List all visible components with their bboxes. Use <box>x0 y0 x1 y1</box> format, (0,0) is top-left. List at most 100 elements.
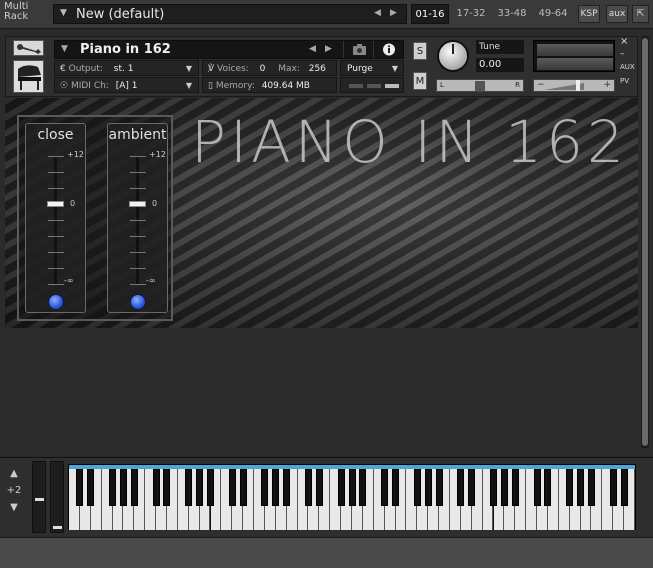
octave-down-icon[interactable]: ▼ <box>4 502 24 513</box>
black-key[interactable] <box>337 469 345 506</box>
chevron-down-icon[interactable]: ▼ <box>61 44 68 54</box>
fader-label-ambient: ambient <box>108 127 167 143</box>
pitch-bend-wheel[interactable] <box>32 461 46 533</box>
black-key[interactable] <box>500 469 508 506</box>
volume-plus[interactable]: + <box>603 80 611 90</box>
midi-channel-field[interactable]: ☉ MIDI Ch: [A] 1 ▼ <box>54 77 199 93</box>
black-key[interactable] <box>228 469 236 506</box>
voices-value: 0 <box>259 64 266 74</box>
black-key[interactable] <box>261 469 269 506</box>
prev-arrow-icon[interactable]: ◀ <box>374 8 381 18</box>
next-instrument-icon[interactable]: ▶ <box>325 44 332 54</box>
collapse-icon[interactable]: ⇱ <box>632 5 649 23</box>
close-fader-handle[interactable] <box>47 201 64 207</box>
tab-01-16[interactable]: 01-16 <box>411 4 449 24</box>
black-key[interactable] <box>457 469 465 506</box>
black-key[interactable] <box>490 469 497 506</box>
black-key[interactable] <box>272 469 280 506</box>
instrument-name-field[interactable]: ▼ Piano in 162 ◀ ▶ <box>54 40 404 59</box>
volume-slider[interactable]: − + <box>533 79 615 92</box>
next-arrow-icon[interactable]: ▶ <box>390 8 397 18</box>
panel-title: PIANO IN 162 <box>191 108 628 176</box>
tune-value[interactable]: 0.00 <box>476 58 524 72</box>
black-key[interactable] <box>544 469 552 506</box>
chevron-down-icon[interactable]: ▼ <box>60 8 67 18</box>
black-key[interactable] <box>196 469 204 506</box>
pan-handle[interactable] <box>475 81 485 91</box>
scrollbar-thumb[interactable] <box>642 38 648 446</box>
pan-left-label: L <box>440 81 444 89</box>
black-key[interactable] <box>109 469 117 506</box>
black-key[interactable] <box>348 469 356 506</box>
pan-slider[interactable]: L R <box>436 79 524 92</box>
black-key[interactable] <box>359 469 367 506</box>
ambient-fader-handle[interactable] <box>129 201 146 207</box>
piano-keyboard[interactable] <box>68 464 636 530</box>
camera-icon[interactable] <box>343 41 373 58</box>
black-key[interactable] <box>207 469 214 506</box>
mute-button[interactable]: M <box>413 72 427 90</box>
black-key[interactable] <box>392 469 400 506</box>
black-key[interactable] <box>468 469 476 506</box>
memory-value: 409.64 MB <box>261 81 310 91</box>
black-key[interactable] <box>587 469 595 506</box>
black-key[interactable] <box>239 469 247 506</box>
wrench-icon[interactable] <box>13 40 44 56</box>
prev-instrument-icon[interactable]: ◀ <box>309 44 316 54</box>
purge-dropdown-icon[interactable]: ▼ <box>392 61 398 77</box>
black-key[interactable] <box>577 469 585 506</box>
tune-knob[interactable] <box>437 40 469 72</box>
meter-left <box>537 44 613 56</box>
octave-up-icon[interactable]: ▲ <box>4 468 24 479</box>
output-field[interactable]: € Output: st. 1 ▼ <box>54 60 199 76</box>
tab-49-64[interactable]: 49-64 <box>534 4 572 24</box>
instrument-panel: PIANO IN 162 close +12 0 -∞ ambient +12 … <box>5 98 638 328</box>
output-dropdown-icon[interactable]: ▼ <box>186 61 192 77</box>
voices-label: Voices: <box>217 64 249 74</box>
black-key[interactable] <box>283 469 291 506</box>
mod-wheel[interactable] <box>50 461 64 533</box>
black-key[interactable] <box>511 469 519 506</box>
pv-small-button[interactable]: PV <box>620 77 629 85</box>
purge-label: Purge <box>347 64 373 74</box>
black-key[interactable] <box>304 469 312 506</box>
aux-small-button[interactable]: AUX <box>620 63 635 71</box>
black-key[interactable] <box>620 469 628 506</box>
info-icon[interactable] <box>373 41 403 58</box>
black-key[interactable] <box>119 469 127 506</box>
ksp-button[interactable]: KSP <box>578 5 600 23</box>
black-key[interactable] <box>76 469 84 506</box>
minimize-icon[interactable]: – <box>620 49 625 59</box>
tab-17-32[interactable]: 17-32 <box>452 4 490 24</box>
black-key[interactable] <box>163 469 171 506</box>
midi-dropdown-icon[interactable]: ▼ <box>186 78 192 94</box>
volume-handle[interactable] <box>576 80 580 91</box>
black-key[interactable] <box>566 469 574 506</box>
close-icon[interactable]: × <box>620 36 628 47</box>
black-key[interactable] <box>609 469 617 506</box>
tab-33-48[interactable]: 33-48 <box>493 4 531 24</box>
black-key[interactable] <box>315 469 323 506</box>
black-key[interactable] <box>435 469 443 506</box>
aux-button[interactable]: aux <box>606 5 628 23</box>
max-value[interactable]: 256 <box>309 64 326 74</box>
black-key[interactable] <box>87 469 95 506</box>
ambient-fader: ambient +12 0 -∞ <box>107 123 168 313</box>
black-key[interactable] <box>381 469 389 506</box>
fader-label-close: close <box>37 127 74 143</box>
black-key[interactable] <box>152 469 160 506</box>
black-key[interactable] <box>533 469 541 506</box>
solo-button[interactable]: S <box>413 42 427 60</box>
volume-ramp-icon <box>544 83 584 90</box>
purge-field[interactable]: Purge ▼ <box>340 60 404 76</box>
piano-icon[interactable] <box>13 60 44 93</box>
black-key[interactable] <box>130 469 138 506</box>
rack-scrollbar[interactable] <box>641 36 649 448</box>
multi-name-field[interactable]: ▼ New (default) ◀ ▶ <box>53 4 407 24</box>
close-power-button[interactable] <box>48 294 64 310</box>
black-key[interactable] <box>413 469 421 506</box>
black-key[interactable] <box>424 469 432 506</box>
ambient-power-button[interactable] <box>130 294 146 310</box>
instrument-header: ▼ Piano in 162 ◀ ▶ € Output: st. 1 ▼ ℣ V… <box>5 36 638 97</box>
black-key[interactable] <box>185 469 193 506</box>
